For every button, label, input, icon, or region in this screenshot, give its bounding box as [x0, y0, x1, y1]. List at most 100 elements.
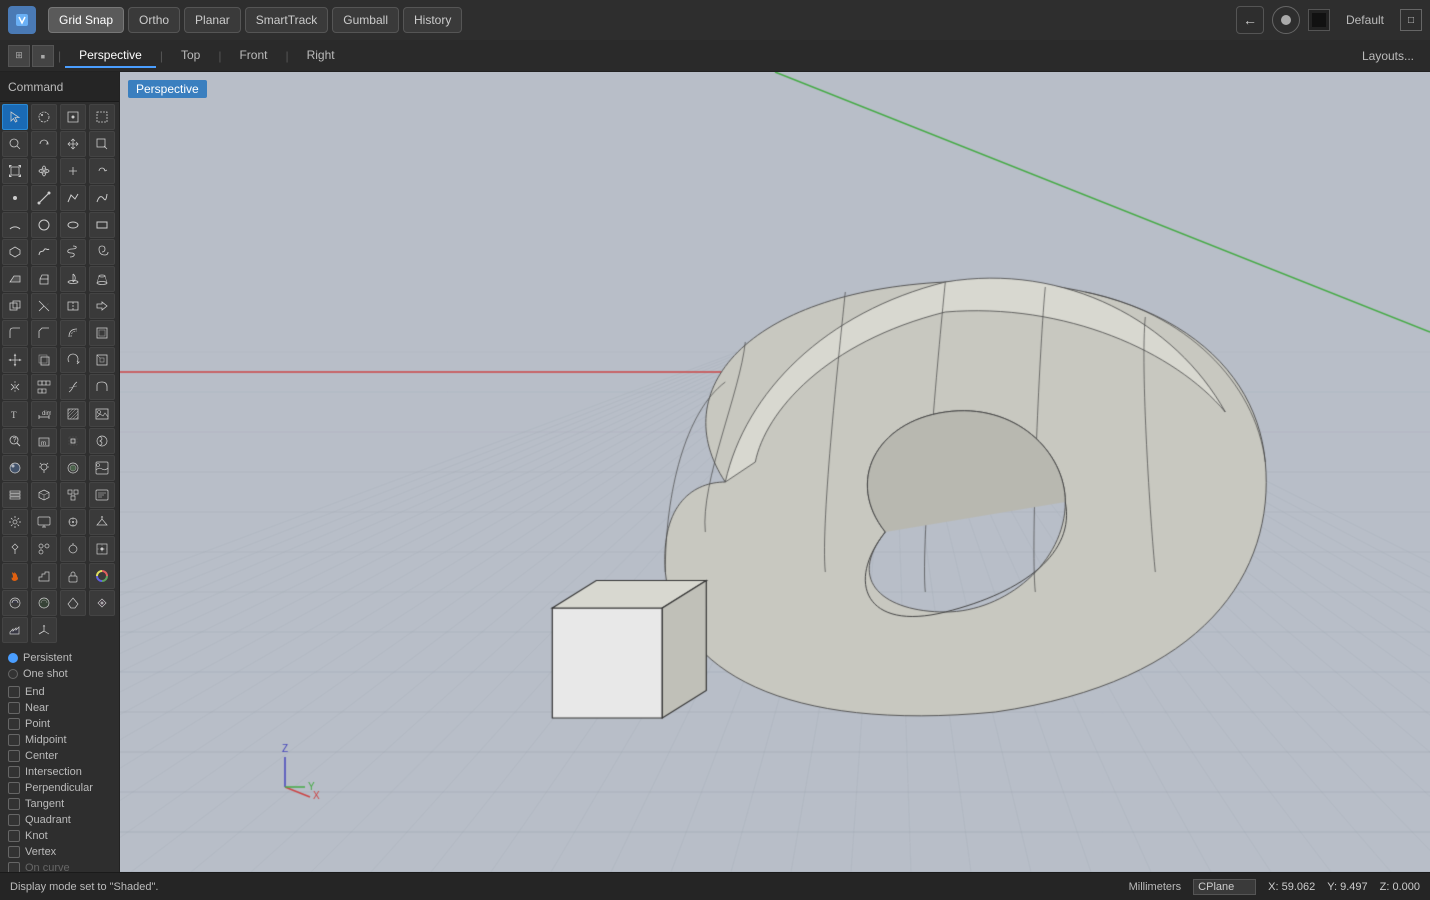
tab-top[interactable]: Top	[167, 44, 214, 68]
cursor-tool[interactable]	[2, 104, 28, 130]
snap-point[interactable]: Point	[8, 717, 111, 731]
ortho-button[interactable]: Ortho	[128, 7, 180, 33]
viewport[interactable]: Perspective	[120, 72, 1430, 872]
one-shot-snap[interactable]: One shot	[8, 667, 111, 681]
loft-tool[interactable]	[89, 266, 115, 292]
snap-center-checkbox[interactable]	[8, 750, 20, 762]
dim-tool[interactable]: dim	[31, 401, 57, 427]
snap-midpoint-checkbox[interactable]	[8, 734, 20, 746]
zebra-tool[interactable]	[89, 428, 115, 454]
extra-tool-3[interactable]	[60, 536, 86, 562]
analyze-tool[interactable]: ?	[2, 428, 28, 454]
polyline-tool[interactable]	[60, 185, 86, 211]
ellipse-tool[interactable]	[60, 212, 86, 238]
maximize-button[interactable]: □	[1400, 9, 1422, 31]
settings-tool[interactable]	[2, 509, 28, 535]
snap-vertex[interactable]: Vertex	[8, 845, 111, 859]
snap-quadrant[interactable]: Quadrant	[8, 813, 111, 827]
extrude-tool[interactable]	[31, 266, 57, 292]
cplane-tool[interactable]	[89, 509, 115, 535]
extra-tool-1[interactable]	[2, 536, 28, 562]
split-tool[interactable]	[60, 293, 86, 319]
trim-tool[interactable]	[31, 293, 57, 319]
environment-tool[interactable]	[89, 455, 115, 481]
offset-tool[interactable]	[60, 320, 86, 346]
surface-tool[interactable]	[2, 266, 28, 292]
extra-tool-10[interactable]	[31, 590, 57, 616]
group-tool[interactable]	[60, 482, 86, 508]
smart-track-button[interactable]: SmartTrack	[245, 7, 329, 33]
extra-tool-2[interactable]	[31, 536, 57, 562]
snap-perpendicular[interactable]: Perpendicular	[8, 781, 111, 795]
persistent-radio[interactable]	[8, 653, 18, 663]
mirror-tool[interactable]	[2, 374, 28, 400]
array-tool[interactable]	[31, 374, 57, 400]
spiral-tool[interactable]	[89, 239, 115, 265]
grid-snap-button[interactable]: Grid Snap	[48, 7, 124, 33]
extra-tool-4[interactable]	[89, 536, 115, 562]
point-tool[interactable]	[2, 185, 28, 211]
copy-tool[interactable]	[31, 347, 57, 373]
extra-tool-12[interactable]	[89, 590, 115, 616]
arc-tool[interactable]	[2, 212, 28, 238]
tab-perspective[interactable]: Perspective	[65, 44, 156, 68]
twist-tool[interactable]	[60, 374, 86, 400]
history-button[interactable]: History	[403, 7, 462, 33]
pan-view-tool[interactable]	[60, 158, 86, 184]
orbit-tool[interactable]	[31, 158, 57, 184]
fire-tool[interactable]	[2, 563, 28, 589]
rotate-obj-tool[interactable]	[89, 158, 115, 184]
persistent-snap[interactable]: Persistent	[8, 651, 111, 665]
bounding-tool[interactable]	[60, 428, 86, 454]
freeform-tool[interactable]	[31, 239, 57, 265]
scale-tool[interactable]	[89, 347, 115, 373]
snap-intersection-checkbox[interactable]	[8, 766, 20, 778]
picture-tool[interactable]	[89, 401, 115, 427]
snap-perpendicular-checkbox[interactable]	[8, 782, 20, 794]
cplane-select[interactable]: CPlane World	[1193, 879, 1256, 895]
rectangle-tool[interactable]	[89, 212, 115, 238]
fillet-tool[interactable]	[2, 320, 28, 346]
snap-intersection[interactable]: Intersection	[8, 765, 111, 779]
rotate-view-tool[interactable]	[31, 131, 57, 157]
transform-tool[interactable]	[60, 104, 86, 130]
pan-tool[interactable]	[60, 131, 86, 157]
viewport-grid-icon[interactable]: ⊞	[8, 45, 30, 67]
tab-front[interactable]: Front	[225, 44, 281, 68]
snap-settings-tool[interactable]	[60, 509, 86, 535]
named-tool[interactable]	[89, 482, 115, 508]
viewport-single-icon[interactable]: ▪	[32, 45, 54, 67]
snap-near[interactable]: Near	[8, 701, 111, 715]
color-wheel-tool[interactable]	[89, 563, 115, 589]
snap-tangent[interactable]: Tangent	[8, 797, 111, 811]
snap-knot-checkbox[interactable]	[8, 830, 20, 842]
back-button[interactable]: ←	[1236, 6, 1264, 34]
text-tool[interactable]: T	[2, 401, 28, 427]
bend-tool[interactable]	[89, 374, 115, 400]
snap-on-curve[interactable]: On curve	[8, 861, 111, 872]
cplane-orient-tool[interactable]	[31, 617, 57, 643]
extra-tool-9[interactable]	[2, 590, 28, 616]
material-tool[interactable]	[60, 455, 86, 481]
block-tool[interactable]	[31, 482, 57, 508]
snap-point-checkbox[interactable]	[8, 718, 20, 730]
snap-near-checkbox[interactable]	[8, 702, 20, 714]
move-tool[interactable]	[2, 347, 28, 373]
zoom-extents-tool[interactable]	[2, 158, 28, 184]
chamfer-tool[interactable]	[31, 320, 57, 346]
rotate3d-tool[interactable]	[60, 347, 86, 373]
gumball-button[interactable]: Gumball	[332, 7, 399, 33]
mass-tool[interactable]: m	[31, 428, 57, 454]
polygon-tool[interactable]	[2, 239, 28, 265]
snap-tangent-checkbox[interactable]	[8, 798, 20, 810]
helix-tool[interactable]	[60, 239, 86, 265]
shell-tool[interactable]	[89, 320, 115, 346]
planar-button[interactable]: Planar	[184, 7, 241, 33]
snap-midpoint[interactable]: Midpoint	[8, 733, 111, 747]
zoom-tool[interactable]	[2, 131, 28, 157]
circle-tool[interactable]	[31, 212, 57, 238]
boolean-tool[interactable]	[2, 293, 28, 319]
extra-tool-13[interactable]	[2, 617, 28, 643]
record-button[interactable]	[1272, 6, 1300, 34]
layer-tool[interactable]	[2, 482, 28, 508]
